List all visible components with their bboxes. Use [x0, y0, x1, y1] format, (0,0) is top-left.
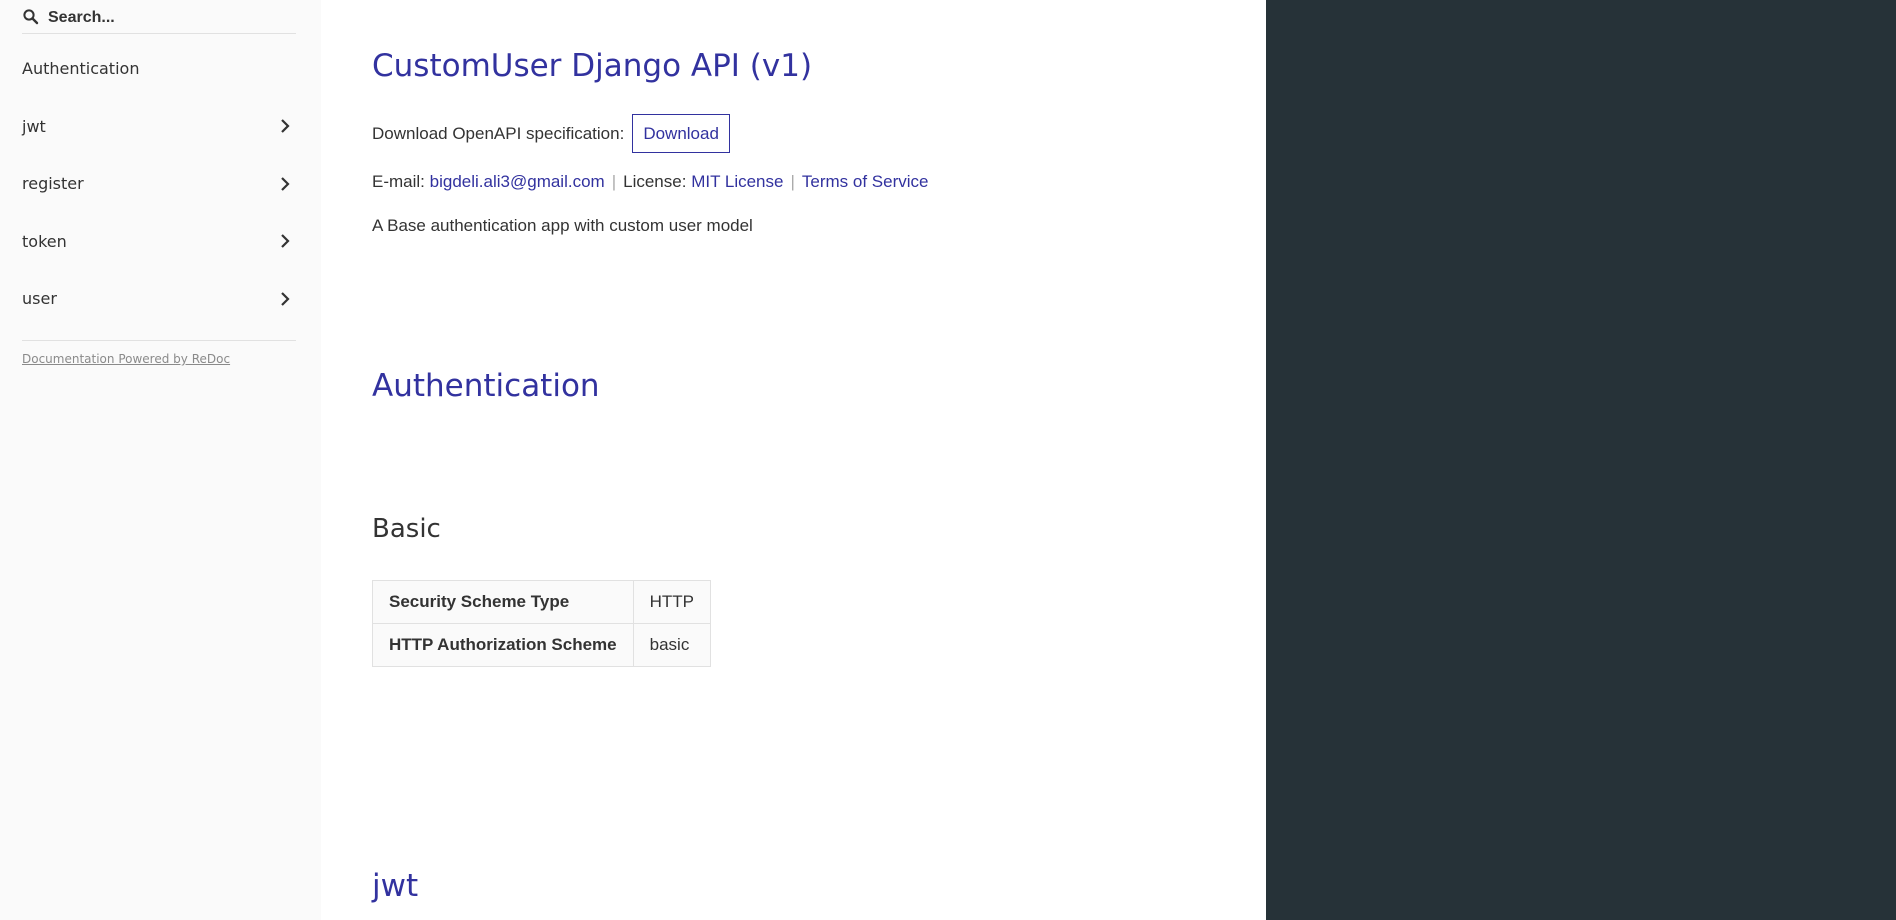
- page-title: CustomUser Django API (v1): [372, 48, 813, 84]
- api-info: E-mail: bigdeli.ali3@gmail.com | License: …: [372, 172, 928, 192]
- sidebar-item-label: token: [22, 231, 67, 251]
- table-row: Security Scheme Type HTTP: [372, 580, 712, 624]
- sidebar-item-label: Authentication: [22, 59, 140, 79]
- email-label: E-mail:: [372, 172, 425, 191]
- chevron-right-icon: [281, 119, 290, 134]
- table-row: HTTP Authorization Scheme basic: [372, 623, 712, 667]
- separator: |: [611, 172, 617, 191]
- search-input[interactable]: [46, 4, 290, 32]
- chevron-right-icon: [281, 234, 290, 249]
- section-heading-authentication: Authentication: [372, 368, 600, 404]
- sidebar-item-label: jwt: [22, 116, 46, 136]
- table-cell-key: Security Scheme Type: [372, 580, 634, 624]
- section-heading-jwt: jwt: [372, 868, 419, 904]
- search-icon: [23, 9, 39, 25]
- download-label: Download OpenAPI specification:: [372, 123, 625, 143]
- sidebar-item-label: user: [22, 289, 57, 309]
- terms-link[interactable]: Terms of Service: [802, 172, 929, 191]
- license-label: License:: [623, 172, 687, 191]
- sidebar-divider: [22, 340, 296, 341]
- sidebar-item-user[interactable]: user: [0, 270, 321, 328]
- sidebar-menu: Authentication jwt register token user: [0, 40, 321, 328]
- sidebar-item-token[interactable]: token: [0, 213, 321, 271]
- chevron-right-icon: [281, 291, 290, 306]
- api-description: A Base authentication app with custom us…: [372, 216, 753, 235]
- sidebar-item-label: register: [22, 174, 84, 194]
- chevron-right-icon: [281, 176, 290, 191]
- sidebar-item-register[interactable]: register: [0, 155, 321, 213]
- download-row: Download OpenAPI specification: Download: [372, 114, 730, 153]
- main-content: CustomUser Django API (v1) Download Open…: [321, 0, 1266, 920]
- right-panel: [1266, 0, 1896, 920]
- security-scheme-table: Security Scheme Type HTTP HTTP Authoriza…: [372, 580, 712, 667]
- table-cell-value: basic: [632, 623, 712, 667]
- download-button[interactable]: Download: [632, 114, 730, 153]
- search-box: [22, 0, 296, 34]
- sidebar-item-authentication[interactable]: Authentication: [0, 40, 321, 98]
- email-link[interactable]: bigdeli.ali3@gmail.com: [430, 172, 605, 191]
- table-cell-key: HTTP Authorization Scheme: [372, 623, 634, 667]
- powered-by-redoc-link[interactable]: Documentation Powered by ReDoc: [22, 352, 230, 366]
- section-heading-basic: Basic: [372, 514, 441, 544]
- sidebar-item-jwt[interactable]: jwt: [0, 98, 321, 156]
- separator: |: [790, 172, 795, 191]
- sidebar: Authentication jwt register token user: [0, 0, 321, 920]
- license-link[interactable]: MIT License: [691, 172, 783, 191]
- table-cell-value: HTTP: [632, 580, 712, 624]
